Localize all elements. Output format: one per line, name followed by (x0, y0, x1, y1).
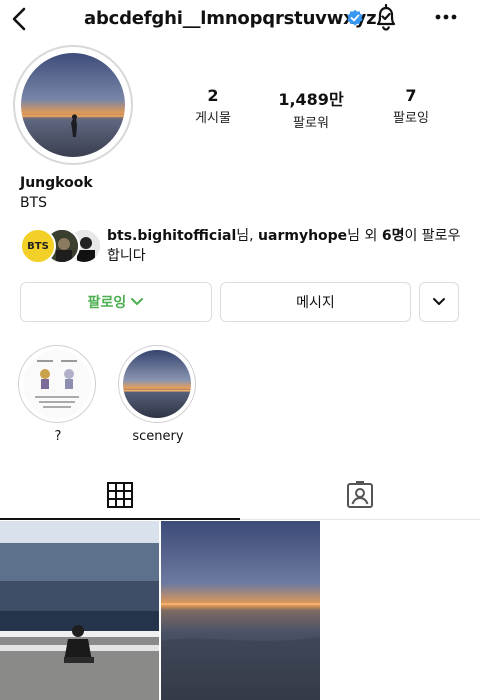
tagged-icon[interactable] (345, 480, 375, 510)
follower-avatar-bts: BTS (20, 228, 56, 264)
suggested-accounts-button[interactable] (419, 282, 459, 322)
mutual-followers-avatars[interactable]: BTS (20, 228, 102, 264)
message-button[interactable]: 메시지 (220, 282, 411, 322)
active-tab-indicator (0, 518, 240, 520)
mutual-follower-count: 6명 (381, 228, 405, 244)
chevron-down-icon (433, 298, 445, 305)
highlight-cover-scenery (123, 350, 191, 418)
highlight-label: ? (54, 429, 62, 444)
stat-followers[interactable]: 1,489만 팔로워 (266, 86, 356, 131)
posts-label: 게시물 (195, 111, 231, 126)
post-grid (0, 521, 480, 700)
profile-tabs (0, 470, 480, 520)
followed-by-sep-2: 님 외 (347, 228, 382, 244)
followed-by-sep-1: 님, (236, 228, 259, 244)
post-thumbnail[interactable] (161, 521, 320, 700)
highlight-label: scenery (132, 429, 184, 444)
following-count: 7 (405, 86, 417, 105)
following-label: 팔로잉 (393, 111, 429, 126)
following-button[interactable]: 팔로잉 (20, 282, 212, 322)
verified-badge-icon (347, 9, 363, 26)
message-button-label: 메시지 (296, 295, 335, 311)
mutual-follower-2[interactable]: uarmyhope (258, 228, 347, 244)
stat-posts[interactable]: 2 게시물 (168, 86, 258, 126)
avatar-image (21, 53, 125, 157)
top-bar: abcdefghi__lmnopqrstuvwxyz (0, 0, 480, 40)
highlight-ring (118, 345, 196, 423)
followed-by-text[interactable]: bts.bighitofficial님, uarmyhope님 외 6명이 팔로… (107, 226, 467, 266)
grid-icon[interactable] (105, 480, 135, 510)
post-thumbnail[interactable] (0, 521, 159, 700)
more-dots-icon[interactable] (432, 6, 460, 28)
profile-name: Jungkook (20, 175, 93, 191)
highlight-question[interactable]: ? (18, 345, 98, 444)
followers-count: 1,489만 (278, 90, 344, 109)
posts-count: 2 (207, 86, 219, 105)
bell-icon[interactable] (372, 3, 400, 33)
chevron-left-icon[interactable] (6, 4, 34, 34)
followers-label: 팔로워 (293, 116, 329, 131)
chevron-down-icon (131, 298, 144, 305)
profile-bio: BTS (20, 195, 48, 211)
following-button-label: 팔로잉 (87, 295, 127, 311)
highlight-cover-question (23, 350, 91, 418)
profile-username: abcdefghi__lmnopqrstuvwxyz (84, 8, 377, 29)
profile-avatar[interactable] (21, 53, 125, 157)
highlight-ring (18, 345, 96, 423)
mutual-follower-1[interactable]: bts.bighitofficial (107, 228, 236, 244)
stat-following[interactable]: 7 팔로잉 (366, 86, 456, 126)
highlight-scenery[interactable]: scenery (118, 345, 198, 444)
bts-logo-text: BTS (27, 240, 49, 252)
